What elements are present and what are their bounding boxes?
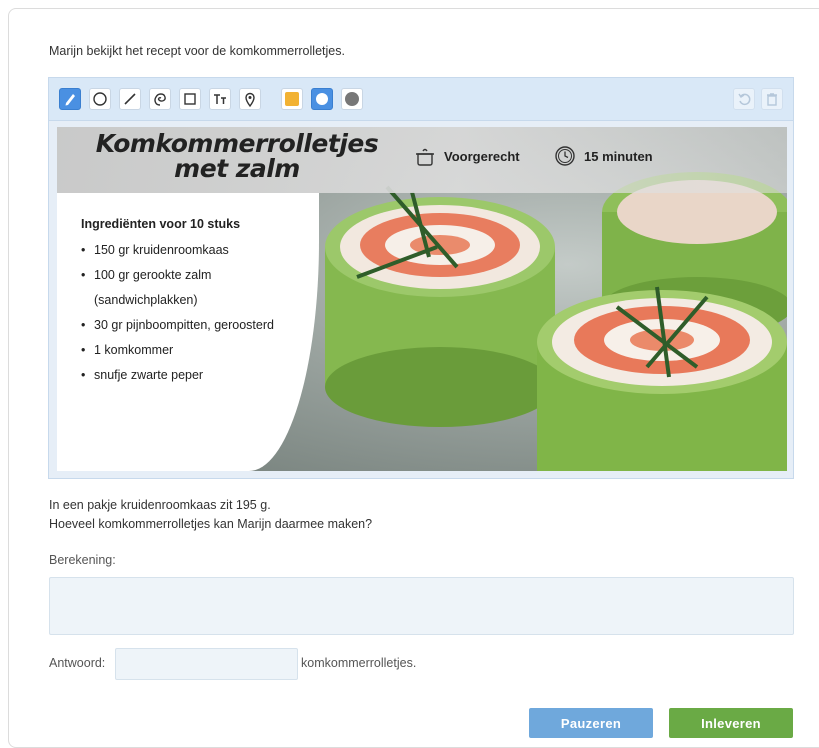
recipe-photo: Komkommerrolletjes met zalm Voorgerecht … (57, 127, 787, 471)
clock-icon (555, 146, 575, 166)
ingredients-panel: Ingrediënten voor 10 stuks 150 gr kruide… (57, 193, 319, 471)
question-line-1: In een pakje kruidenroomkaas zit 195 g. (49, 498, 271, 512)
recipe-title: Komkommerrolletjes met zalm (87, 131, 387, 181)
ingredient-item: 1 komkommer (81, 338, 301, 363)
answer-label: Antwoord: (49, 656, 106, 670)
marker-icon[interactable] (239, 88, 261, 110)
intro-text: Marijn bekijkt het recept voor de komkom… (49, 44, 345, 58)
time-info: 15 minuten (554, 145, 653, 167)
ingredient-item: 30 gr pijnboompitten, geroosterd (81, 313, 301, 338)
course-label: Voorgerecht (444, 148, 520, 164)
recipe-canvas: Komkommerrolletjes met zalm Voorgerecht … (48, 121, 794, 479)
recipe-title-line2: met zalm (174, 154, 300, 183)
pause-button[interactable]: Pauzeren (529, 708, 653, 738)
circle-icon[interactable] (89, 88, 111, 110)
time-label: 15 minuten (584, 148, 653, 164)
ingredient-item: snufje zwarte peper (81, 363, 301, 388)
line-icon[interactable] (119, 88, 141, 110)
color-white-swatch[interactable] (311, 88, 333, 110)
delete-icon[interactable] (761, 88, 783, 110)
ingredients-title: Ingrediënten voor 10 stuks (81, 217, 241, 231)
ingredients-list: 150 gr kruidenroomkaas 100 gr gerookte z… (81, 238, 301, 388)
answer-suffix: komkommerrolletjes. (301, 656, 417, 670)
text-icon[interactable] (209, 88, 231, 110)
calculation-label: Berekening: (49, 553, 116, 567)
rectangle-icon[interactable] (179, 88, 201, 110)
color-yellow-swatch[interactable] (281, 88, 303, 110)
course-info: Voorgerecht (414, 145, 520, 167)
undo-icon[interactable] (733, 88, 755, 110)
color-gray-swatch[interactable] (341, 88, 363, 110)
drawing-toolbar (48, 77, 794, 121)
ingredient-item: 100 gr gerookte zalm (sandwichplakken) (81, 263, 301, 313)
recipe-title-line1: Komkommerrolletjes (95, 129, 379, 158)
pot-icon (416, 148, 434, 166)
lasso-icon[interactable] (149, 88, 171, 110)
answer-input[interactable] (115, 648, 298, 680)
calculation-field[interactable] (49, 577, 794, 635)
question-line-2: Hoeveel komkommerrolletjes kan Marijn da… (49, 517, 373, 531)
submit-button[interactable]: Inleveren (669, 708, 793, 738)
pencil-icon[interactable] (59, 88, 81, 110)
ingredient-item: 150 gr kruidenroomkaas (81, 238, 301, 263)
